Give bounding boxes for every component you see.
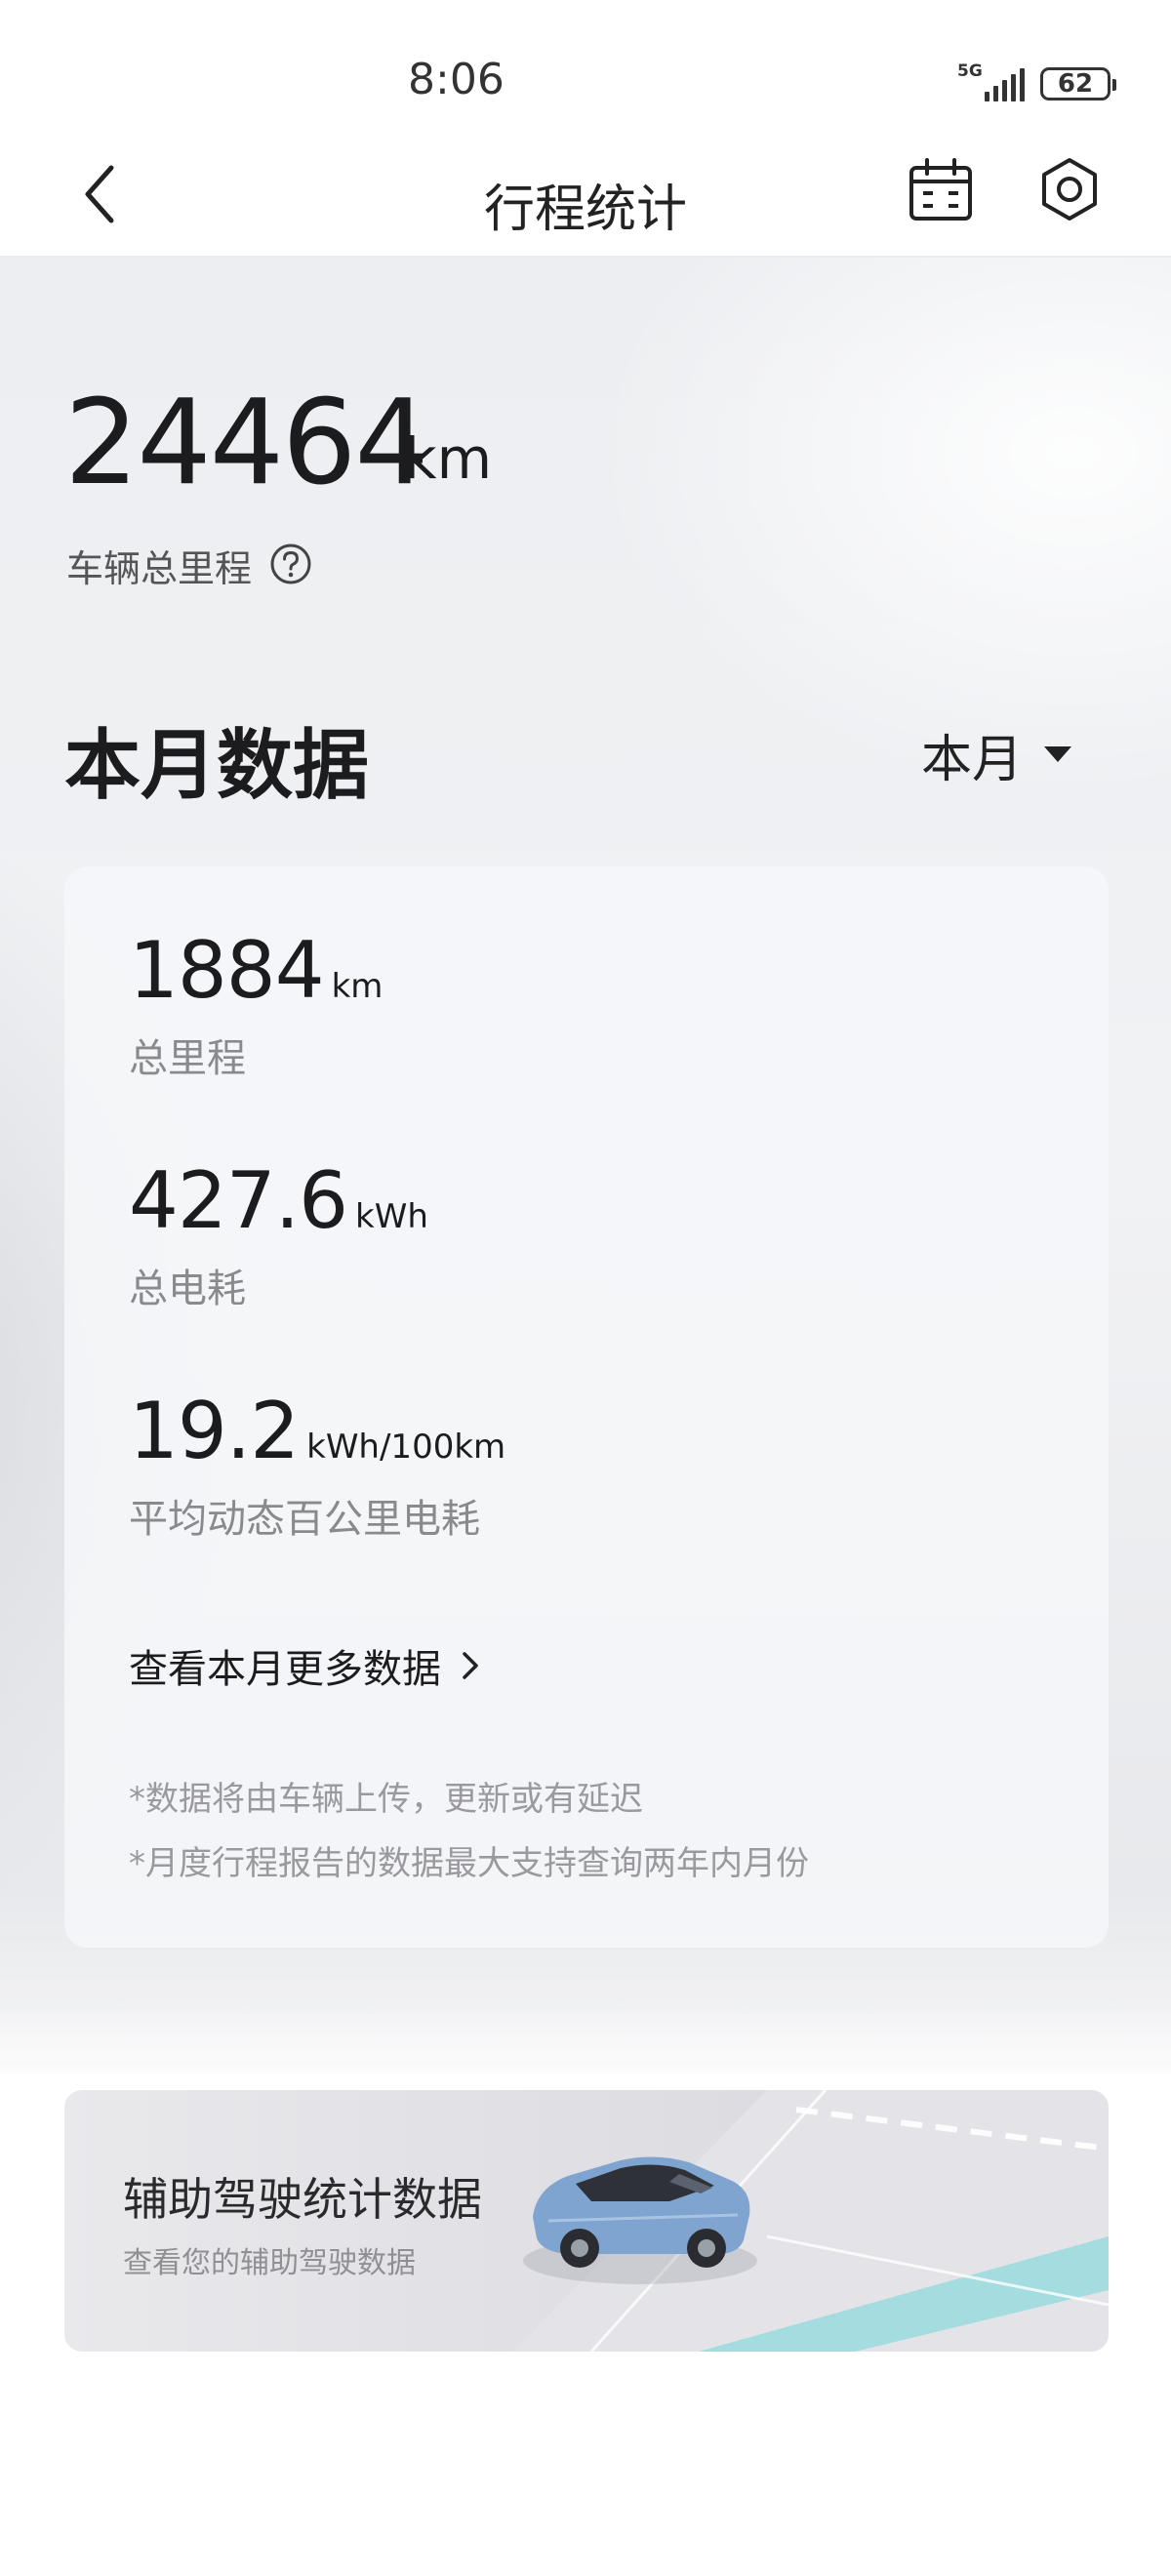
stat-unit: km	[331, 967, 384, 1006]
note-two-year-limit: *月度行程报告的数据最大支持查询两年内月份	[129, 1844, 809, 1883]
page-title: 行程统计	[483, 181, 687, 239]
gear-icon	[1042, 158, 1097, 221]
stat-value: 1884	[129, 925, 325, 1016]
note-upload-delay: *数据将由车辆上传，更新或有延迟	[129, 1780, 643, 1819]
total-mileage-unit: km	[404, 425, 493, 492]
total-mileage-label: 车辆总里程	[66, 547, 253, 590]
chevron-right-icon	[463, 1652, 478, 1679]
stat-total-energy: 427.6 kWh 总电耗	[129, 1157, 428, 1313]
signal-icon: 5G	[957, 62, 1025, 101]
network-type: 5G	[957, 61, 983, 81]
stat-unit: kWh	[355, 1197, 428, 1236]
help-icon[interactable]	[269, 543, 312, 585]
more-data-link[interactable]: 查看本月更多数据	[129, 1637, 482, 1694]
stat-value: 19.2	[129, 1386, 300, 1476]
settings-button[interactable]	[1034, 154, 1105, 224]
stat-value: 427.6	[129, 1155, 348, 1246]
stat-unit: kWh/100km	[306, 1428, 506, 1467]
car-illustration	[513, 2090, 1109, 2352]
stat-label: 平均动态百公里电耗	[129, 1497, 480, 1542]
status-time: 8:06	[408, 55, 505, 104]
calendar-icon	[909, 158, 972, 221]
month-section-title: 本月数据	[64, 722, 370, 810]
monthly-stats-card: 1884 km 总里程 427.6 kWh 总电耗 19.2 kWh/100km 平均…	[64, 866, 1109, 1948]
stat-avg-consumption: 19.2 kWh/100km 平均动态百公里电耗	[129, 1388, 505, 1544]
more-data-label: 查看本月更多数据	[129, 1647, 441, 1692]
total-mileage-value: 24464	[64, 376, 429, 511]
status-bar: 8:06 5G 62	[0, 0, 1171, 137]
caret-down-icon	[1044, 746, 1072, 762]
assist-title: 辅助驾驶统计数据	[123, 2173, 482, 2226]
battery-level: 62	[1057, 69, 1094, 99]
stat-label: 总里程	[129, 1036, 246, 1081]
stat-total-mileage: 1884 km 总里程	[129, 927, 383, 1083]
period-selected: 本月	[921, 730, 1024, 789]
assist-subtitle: 查看您的辅助驾驶数据	[123, 2246, 416, 2280]
calendar-button[interactable]	[906, 156, 976, 226]
stat-label: 总电耗	[129, 1267, 246, 1311]
battery-icon: 62	[1040, 67, 1116, 101]
status-icons: 5G 62	[957, 62, 1116, 105]
period-dropdown[interactable]: 本月	[921, 720, 1072, 789]
app-header: 行程统计	[0, 137, 1171, 258]
assist-driving-banner[interactable]: 辅助驾驶统计数据 查看您的辅助驾驶数据	[64, 2090, 1109, 2352]
